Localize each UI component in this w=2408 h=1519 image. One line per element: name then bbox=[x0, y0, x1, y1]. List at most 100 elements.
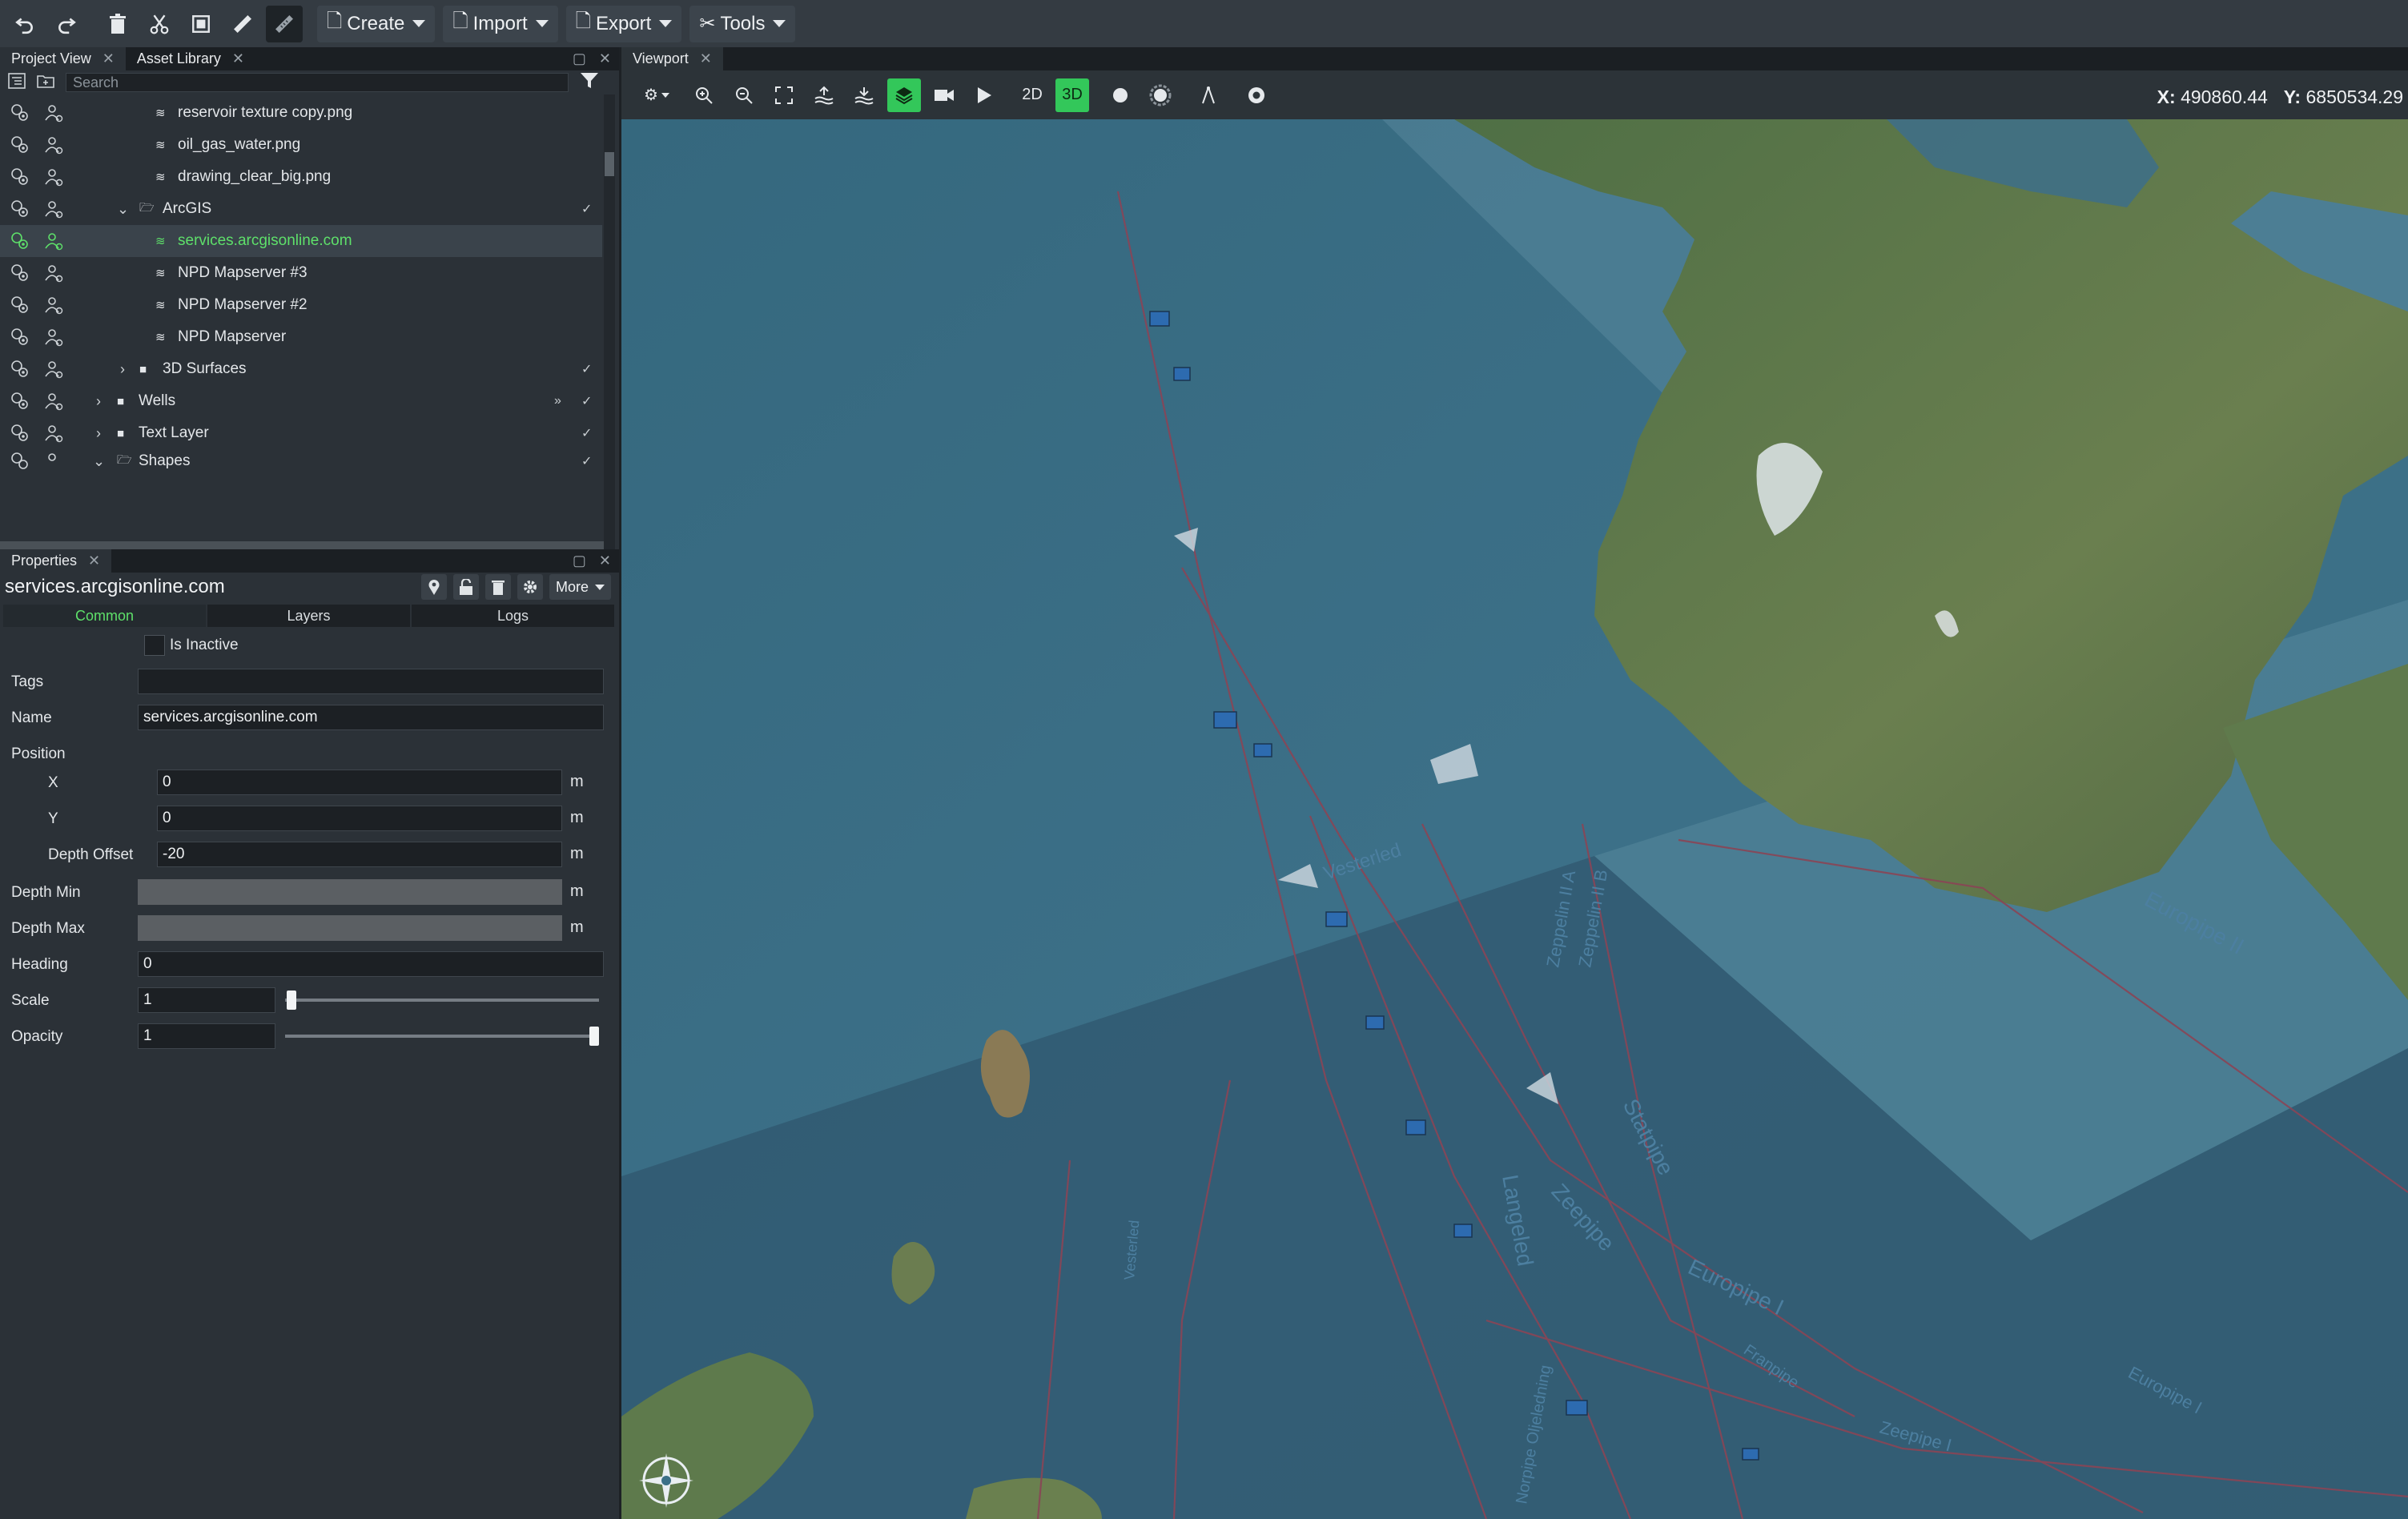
location-pin-icon[interactable] bbox=[420, 574, 447, 600]
scale-slider-thumb[interactable] bbox=[287, 991, 296, 1010]
tab-properties[interactable]: Properties ✕ bbox=[0, 549, 112, 573]
fit-extent-icon[interactable] bbox=[767, 78, 801, 112]
tree-row-selected[interactable]: ≋ services.arcgisonline.com bbox=[0, 225, 602, 257]
mode-2d-button[interactable]: 2D bbox=[1015, 78, 1049, 112]
user-icon[interactable] bbox=[43, 231, 64, 251]
chevron-down-icon[interactable]: ⌄ bbox=[93, 453, 105, 470]
double-chevron-icon[interactable]: » bbox=[554, 394, 561, 408]
import-menu[interactable]: 🗋 Import bbox=[443, 5, 558, 42]
visibility-icon[interactable] bbox=[10, 167, 30, 187]
zoom-out-icon[interactable] bbox=[727, 78, 761, 112]
tree-scrollbar[interactable] bbox=[604, 94, 615, 549]
visibility-icon[interactable] bbox=[10, 423, 30, 444]
maximize-icon[interactable]: ▢ bbox=[573, 553, 586, 569]
close-icon[interactable]: ✕ bbox=[599, 50, 611, 67]
delete-icon[interactable] bbox=[99, 6, 136, 42]
visibility-icon[interactable] bbox=[10, 263, 30, 283]
is-inactive-checkbox[interactable] bbox=[144, 635, 165, 656]
tab-logs[interactable]: Logs bbox=[412, 605, 616, 627]
tab-layers[interactable]: Layers bbox=[207, 605, 412, 627]
depth-offset-input[interactable]: -20 bbox=[157, 842, 562, 867]
chevron-right-icon[interactable]: › bbox=[96, 425, 101, 442]
visibility-icon[interactable] bbox=[10, 231, 30, 251]
user-icon[interactable] bbox=[43, 359, 64, 380]
more-menu-button[interactable]: More bbox=[549, 574, 611, 600]
y-input[interactable]: 0 bbox=[157, 806, 562, 831]
tab-project-view[interactable]: Project View ✕ bbox=[0, 47, 126, 70]
map-canvas[interactable]: Europipe II Europipe I Europipe I Statpi… bbox=[621, 119, 2408, 1519]
export-menu[interactable]: 🗋 Export bbox=[565, 5, 682, 42]
tree-row-folder[interactable]: › ■ Text Layer ✓ bbox=[0, 417, 602, 449]
tree-horizontal-scrollbar[interactable] bbox=[0, 541, 604, 549]
light-icon[interactable] bbox=[1144, 78, 1177, 112]
scale-input[interactable]: 1 bbox=[138, 987, 275, 1013]
camera-icon[interactable] bbox=[927, 78, 961, 112]
opacity-input[interactable]: 1 bbox=[138, 1023, 275, 1049]
settings-dropdown[interactable]: ⚙ bbox=[633, 78, 681, 112]
measure-icon[interactable] bbox=[266, 5, 303, 42]
user-icon[interactable] bbox=[43, 102, 64, 123]
frame-icon[interactable] bbox=[183, 6, 219, 42]
visibility-icon[interactable] bbox=[10, 391, 30, 412]
undo-icon[interactable] bbox=[6, 6, 43, 42]
tree-row[interactable]: ≋ oil_gas_water.png bbox=[0, 129, 602, 161]
opacity-slider[interactable] bbox=[285, 1035, 599, 1038]
tree-view-icon[interactable] bbox=[8, 72, 26, 93]
close-icon[interactable]: ✕ bbox=[599, 553, 611, 569]
visibility-icon[interactable] bbox=[10, 199, 30, 219]
close-icon[interactable]: ✕ bbox=[232, 50, 244, 67]
scrollbar-thumb[interactable] bbox=[605, 152, 614, 176]
name-input[interactable]: services.arcgisonline.com bbox=[138, 705, 604, 730]
delete-icon[interactable] bbox=[484, 574, 511, 600]
search-input[interactable]: Search bbox=[66, 73, 569, 92]
redo-icon[interactable] bbox=[48, 6, 85, 42]
tree-row[interactable]: ≋ NPD Mapserver #3 bbox=[0, 257, 602, 289]
tab-common[interactable]: Common bbox=[3, 605, 207, 627]
chevron-right-icon[interactable]: › bbox=[120, 361, 125, 378]
tab-asset-library[interactable]: Asset Library ✕ bbox=[126, 47, 255, 70]
compass-tool-icon[interactable] bbox=[1192, 78, 1225, 112]
close-icon[interactable]: ✕ bbox=[700, 50, 712, 67]
visibility-icon[interactable] bbox=[10, 451, 30, 472]
tags-input[interactable] bbox=[138, 669, 604, 694]
visibility-icon[interactable] bbox=[10, 102, 30, 123]
chevron-down-icon[interactable]: ⌄ bbox=[117, 201, 129, 218]
x-input[interactable]: 0 bbox=[157, 770, 562, 795]
unlock-icon[interactable] bbox=[452, 574, 479, 600]
user-icon[interactable] bbox=[43, 423, 64, 444]
user-icon[interactable] bbox=[43, 295, 64, 315]
maximize-icon[interactable]: ▢ bbox=[573, 50, 586, 67]
visibility-icon[interactable] bbox=[10, 327, 30, 348]
play-icon[interactable] bbox=[967, 78, 1001, 112]
create-menu[interactable]: 🗋 Create bbox=[317, 5, 436, 42]
tree-row-folder[interactable]: ⌄ 🗁 ArcGIS ✓ bbox=[0, 193, 602, 225]
sphere-icon[interactable] bbox=[1103, 78, 1137, 112]
chevron-right-icon[interactable]: › bbox=[96, 393, 101, 410]
zoom-in-icon[interactable] bbox=[687, 78, 721, 112]
user-icon[interactable] bbox=[43, 263, 64, 283]
heading-input[interactable]: 0 bbox=[138, 951, 604, 977]
record-icon[interactable] bbox=[1240, 78, 1273, 112]
layers-icon[interactable] bbox=[887, 78, 921, 112]
cut-icon[interactable] bbox=[141, 6, 178, 42]
user-icon[interactable] bbox=[43, 451, 64, 472]
user-icon[interactable] bbox=[43, 167, 64, 187]
tree-row-folder[interactable]: › ■ 3D Surfaces ✓ bbox=[0, 353, 602, 385]
opacity-slider-thumb[interactable] bbox=[589, 1027, 599, 1046]
tree-row[interactable]: ≋ drawing_clear_big.png bbox=[0, 161, 602, 193]
add-folder-icon[interactable] bbox=[37, 73, 54, 93]
visibility-icon[interactable] bbox=[10, 295, 30, 315]
ruler-icon[interactable] bbox=[224, 6, 261, 42]
tree-row[interactable]: ≋ NPD Mapserver bbox=[0, 321, 602, 353]
user-icon[interactable] bbox=[43, 327, 64, 348]
user-icon[interactable] bbox=[43, 391, 64, 412]
tree-row[interactable]: ≋ NPD Mapserver #2 bbox=[0, 289, 602, 321]
mode-3d-button[interactable]: 3D bbox=[1055, 78, 1089, 112]
lower-surface-icon[interactable] bbox=[847, 78, 881, 112]
user-icon[interactable] bbox=[43, 135, 64, 155]
tree-row-folder[interactable]: ⌄ 🗁 Shapes ✓ bbox=[0, 449, 602, 473]
filter-icon[interactable] bbox=[580, 72, 599, 94]
close-icon[interactable]: ✕ bbox=[103, 50, 115, 67]
tab-viewport[interactable]: Viewport ✕ bbox=[621, 47, 723, 70]
close-icon[interactable]: ✕ bbox=[88, 553, 100, 569]
